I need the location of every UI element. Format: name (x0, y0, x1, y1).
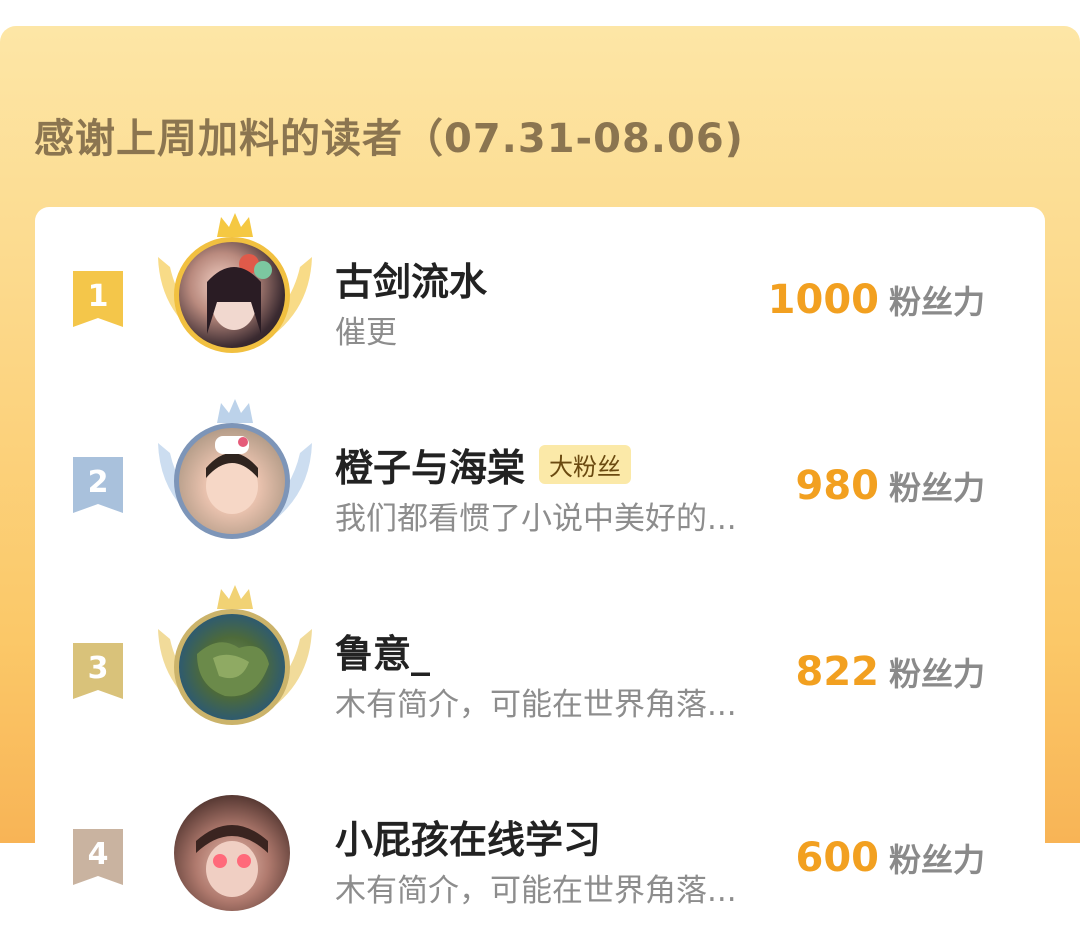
avatar-frame-gold (140, 207, 330, 377)
reader-description: 木有简介，可能在世界角落... (335, 873, 737, 909)
ranking-list: 1 古剑流水 催更 1000 粉丝力 2 橙子与海棠 大粉丝 我们都看惯了小说中… (35, 207, 1045, 911)
avatar[interactable] (174, 237, 290, 353)
crown-icon (217, 213, 253, 237)
fan-power-score: 1000 粉丝力 (768, 277, 985, 323)
crown-icon (217, 585, 253, 609)
reader-name[interactable]: 橙子与海棠 大粉丝 (335, 437, 632, 492)
reader-name-text: 橙子与海棠 (335, 446, 526, 490)
fan-power-unit: 粉丝力 (888, 655, 985, 693)
user-avatar-image (206, 436, 258, 514)
rank-badge-1: 1 (73, 271, 123, 327)
user-avatar-image (207, 254, 272, 334)
fan-power-value: 822 (795, 649, 879, 695)
fan-power-value: 1000 (767, 277, 879, 323)
fan-power-value: 980 (795, 463, 879, 509)
rank-badge-4: 4 (73, 829, 123, 885)
avatar-frame-bronze (140, 579, 330, 749)
avatar-frame-plain (140, 765, 330, 935)
ranking-row-2[interactable]: 2 橙子与海棠 大粉丝 我们都看惯了小说中美好的... 980 粉丝力 (35, 393, 1045, 563)
rank-badge-2: 2 (73, 457, 123, 513)
avatar[interactable] (174, 423, 290, 539)
user-avatar-image (196, 825, 268, 897)
fan-power-unit: 粉丝力 (888, 283, 985, 321)
ranking-row-4[interactable]: 4 小屁孩在线学习 木有简介，可能在世界角落... 600 粉丝力 (35, 765, 1045, 935)
weekly-supporters-panel: 感谢上周加料的读者（07.31-08.06) 1 古剑流水 催更 1000 粉丝… (0, 26, 1080, 911)
avatar-frame-silver (140, 393, 330, 563)
reader-name-text: 古剑流水 (335, 260, 488, 304)
reader-name[interactable]: 鲁意_ (335, 623, 430, 678)
fan-power-score: 980 粉丝力 (795, 463, 985, 509)
reader-name-text: 鲁意_ (335, 632, 431, 676)
reader-description: 催更 (335, 315, 397, 351)
reader-name[interactable]: 古剑流水 (335, 251, 487, 306)
rank-badge-3: 3 (73, 643, 123, 699)
crown-icon (217, 399, 253, 423)
avatar[interactable] (174, 609, 290, 725)
fan-power-value: 600 (795, 835, 879, 881)
user-avatar-image (197, 642, 269, 697)
reader-name-text: 小屁孩在线学习 (335, 818, 602, 862)
fan-power-score: 600 粉丝力 (795, 835, 985, 881)
panel-title: 感谢上周加料的读者（07.31-08.06) (34, 116, 744, 162)
fan-power-score: 822 粉丝力 (795, 649, 985, 695)
reader-description: 我们都看惯了小说中美好的... (335, 501, 737, 537)
big-fan-badge: 大粉丝 (539, 445, 632, 484)
ranking-row-1[interactable]: 1 古剑流水 催更 1000 粉丝力 (35, 207, 1045, 377)
reader-name[interactable]: 小屁孩在线学习 (335, 809, 601, 864)
fan-power-unit: 粉丝力 (888, 469, 985, 507)
ranking-row-3[interactable]: 3 鲁意_ 木有简介，可能在世界角落... 822 粉丝力 (35, 579, 1045, 749)
fan-power-unit: 粉丝力 (888, 841, 985, 879)
reader-description: 木有简介，可能在世界角落... (335, 687, 737, 723)
avatar[interactable] (174, 795, 290, 911)
